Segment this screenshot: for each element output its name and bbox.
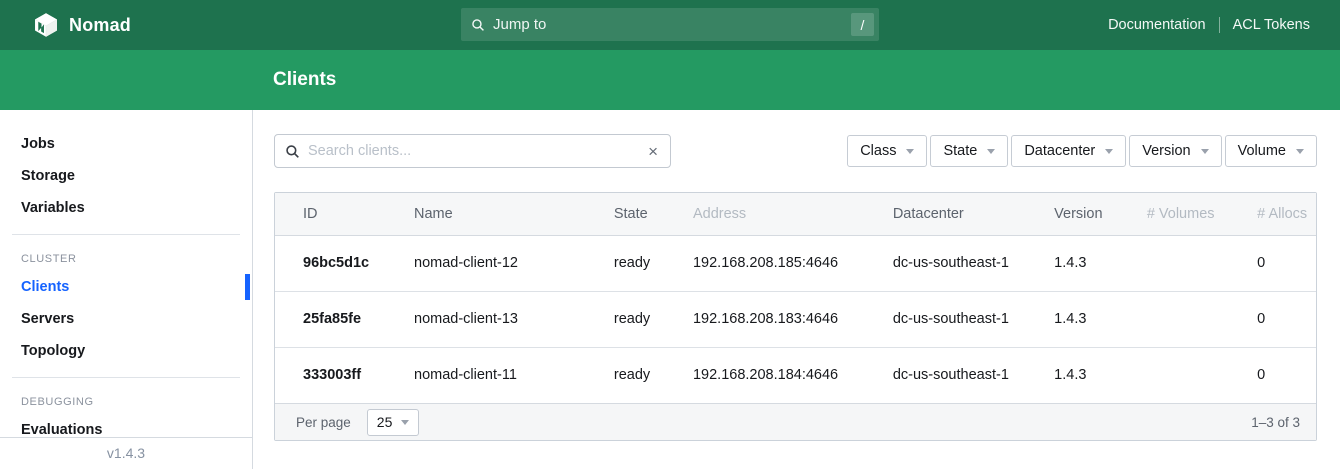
- client-search-input[interactable]: [300, 143, 648, 159]
- sidebar-item-label[interactable]: Topology: [21, 343, 85, 359]
- cell-address: 192.168.208.185:4646: [681, 235, 881, 291]
- filter-dropdown-button[interactable]: Class: [847, 135, 927, 167]
- filter-dropdown-button[interactable]: Version: [1129, 135, 1221, 167]
- brand-title[interactable]: Nomad: [69, 15, 131, 36]
- jump-to-input[interactable]: [485, 16, 851, 33]
- sidebar-divider: [12, 234, 240, 235]
- documentation-link[interactable]: Documentation: [1108, 17, 1206, 33]
- cell-name: nomad-client-12: [402, 235, 602, 291]
- cell-id: 333003ff: [275, 347, 402, 403]
- sidebar-item[interactable]: Storage: [0, 160, 252, 192]
- filter-label: Volume: [1238, 143, 1286, 159]
- sidebar-item[interactable]: Clients: [0, 271, 252, 303]
- top-navbar: Nomad / Documentation ACL Tokens: [0, 0, 1340, 50]
- filter-dropdown-button[interactable]: Datacenter: [1011, 135, 1126, 167]
- clients-table-card: IDNameStateAddressDatacenterVersion# Vol…: [274, 192, 1317, 441]
- nav-divider: [1219, 17, 1220, 33]
- cell-allocs: 0: [1245, 235, 1316, 291]
- filter-label: Datacenter: [1024, 143, 1095, 159]
- cell-allocs: 0: [1245, 291, 1316, 347]
- search-icon: [285, 144, 300, 159]
- chevron-down-icon: [1105, 149, 1113, 154]
- sidebar-divider: [12, 377, 240, 378]
- page-title: Clients: [273, 69, 336, 91]
- cell-address: 192.168.208.184:4646: [681, 347, 881, 403]
- sidebar: Jobs Storage Variables CLUSTER Clients S…: [0, 110, 253, 469]
- chevron-down-icon: [401, 420, 409, 425]
- column-header[interactable]: # Volumes: [1135, 193, 1245, 235]
- cell-datacenter: dc-us-southeast-1: [881, 235, 1042, 291]
- cell-id: 25fa85fe: [275, 291, 402, 347]
- column-header[interactable]: Version: [1042, 193, 1135, 235]
- sidebar-item[interactable]: Jobs: [0, 128, 252, 160]
- cell-allocs: 0: [1245, 347, 1316, 403]
- filter-label: Version: [1142, 143, 1190, 159]
- sidebar-item-label[interactable]: Storage: [21, 168, 75, 184]
- sidebar-section-label-debugging: DEBUGGING: [0, 388, 252, 414]
- page-header: Clients: [0, 50, 1340, 110]
- sidebar-item[interactable]: Variables: [0, 192, 252, 224]
- pagination-range: 1–3 of 3: [1251, 415, 1300, 430]
- table-footer: Per page 25 1–3 of 3: [275, 403, 1316, 440]
- table-row[interactable]: 96bc5d1c nomad-client-12 ready 192.168.2…: [275, 235, 1316, 291]
- cell-volumes: [1135, 235, 1245, 291]
- client-search[interactable]: ×: [274, 134, 671, 168]
- column-header[interactable]: Datacenter: [881, 193, 1042, 235]
- clients-table: IDNameStateAddressDatacenterVersion# Vol…: [275, 193, 1316, 403]
- cell-datacenter: dc-us-southeast-1: [881, 347, 1042, 403]
- cell-name: nomad-client-13: [402, 291, 602, 347]
- per-page-select[interactable]: 25: [367, 409, 420, 436]
- cell-volumes: [1135, 291, 1245, 347]
- sidebar-item-label[interactable]: Clients: [21, 279, 69, 295]
- column-header[interactable]: Name: [402, 193, 602, 235]
- version-label: v1.4.3: [107, 445, 145, 461]
- cell-id: 96bc5d1c: [275, 235, 402, 291]
- sidebar-item-label[interactable]: Servers: [21, 311, 74, 327]
- brand-area: Nomad: [33, 12, 131, 38]
- cell-version: 1.4.3: [1042, 347, 1135, 403]
- search-icon: [471, 18, 485, 32]
- cell-state: ready: [602, 235, 681, 291]
- per-page-value: 25: [377, 414, 393, 430]
- cell-datacenter: dc-us-southeast-1: [881, 291, 1042, 347]
- cell-address: 192.168.208.183:4646: [681, 291, 881, 347]
- sidebar-item-label[interactable]: Variables: [21, 200, 85, 216]
- filter-label: Class: [860, 143, 896, 159]
- cell-state: ready: [602, 291, 681, 347]
- column-header[interactable]: # Allocs: [1245, 193, 1316, 235]
- per-page-label: Per page: [296, 415, 351, 430]
- column-header[interactable]: Address: [681, 193, 881, 235]
- sidebar-item-label[interactable]: Evaluations: [21, 422, 102, 438]
- table-row[interactable]: 25fa85fe nomad-client-13 ready 192.168.2…: [275, 291, 1316, 347]
- column-header[interactable]: ID: [275, 193, 402, 235]
- chevron-down-icon: [987, 149, 995, 154]
- cell-version: 1.4.3: [1042, 235, 1135, 291]
- cell-state: ready: [602, 347, 681, 403]
- filter-dropdown-button[interactable]: Volume: [1225, 135, 1317, 167]
- sidebar-footer: v1.4.3: [0, 437, 252, 469]
- chevron-down-icon: [906, 149, 914, 154]
- jump-to-search[interactable]: /: [461, 8, 879, 41]
- column-header[interactable]: State: [602, 193, 681, 235]
- toolbar: × Class State Datacenter Version Volume: [274, 134, 1317, 168]
- navbar-links: Documentation ACL Tokens: [1108, 17, 1310, 33]
- table-row[interactable]: 333003ff nomad-client-11 ready 192.168.2…: [275, 347, 1316, 403]
- sidebar-item[interactable]: Topology: [0, 335, 252, 367]
- cell-version: 1.4.3: [1042, 291, 1135, 347]
- nomad-logo-icon: [33, 12, 59, 38]
- chevron-down-icon: [1296, 149, 1304, 154]
- sidebar-item[interactable]: Servers: [0, 303, 252, 335]
- filter-label: State: [943, 143, 977, 159]
- sidebar-item-label[interactable]: Jobs: [21, 136, 55, 152]
- cell-volumes: [1135, 347, 1245, 403]
- main-content: × Class State Datacenter Version Volume: [253, 110, 1340, 469]
- slash-shortcut-badge: /: [851, 13, 874, 36]
- clear-search-button[interactable]: ×: [648, 143, 658, 160]
- sidebar-section-label-cluster: CLUSTER: [0, 245, 252, 271]
- cell-name: nomad-client-11: [402, 347, 602, 403]
- filter-dropdown-button[interactable]: State: [930, 135, 1008, 167]
- acl-tokens-link[interactable]: ACL Tokens: [1233, 17, 1310, 33]
- chevron-down-icon: [1201, 149, 1209, 154]
